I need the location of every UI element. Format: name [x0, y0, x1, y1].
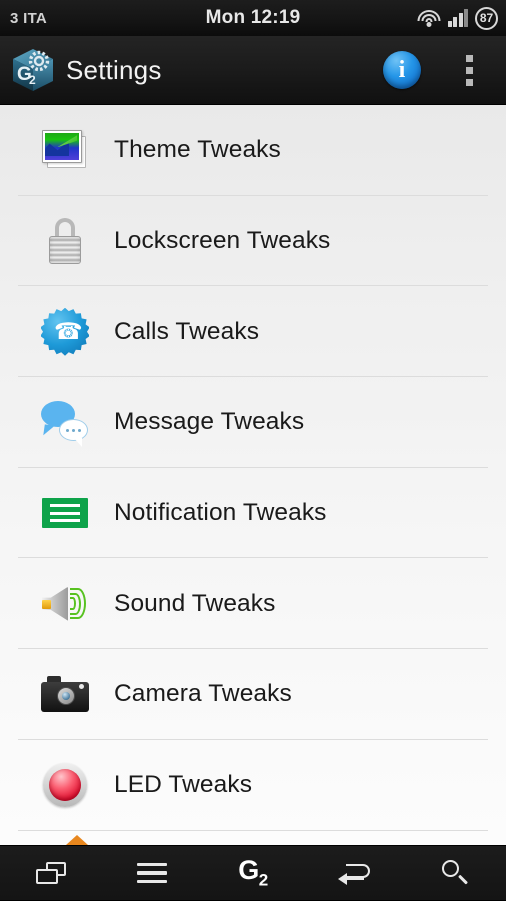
search-icon — [442, 860, 468, 886]
list-item-label: Message Tweaks — [114, 408, 304, 436]
led-light-icon — [38, 758, 92, 812]
list-item-led-tweaks[interactable]: LED Tweaks — [0, 740, 506, 831]
page-title: Settings — [66, 55, 162, 86]
back-arrow-icon — [338, 862, 370, 884]
phone-screen: 3 ITA Mon 12:19 87 — [0, 0, 506, 900]
camera-icon — [38, 667, 92, 721]
g2-home-icon: G2 — [238, 857, 267, 888]
list-item-label: LED Tweaks — [114, 771, 252, 799]
scroll-up-arrow-icon — [66, 835, 88, 845]
back-button[interactable] — [312, 846, 396, 901]
recents-button[interactable] — [9, 846, 93, 901]
list-item-label: Camera Tweaks — [114, 680, 292, 708]
list-item-label: Theme Tweaks — [114, 136, 281, 164]
list-item-calls-tweaks[interactable]: ☎ Calls Tweaks — [0, 286, 506, 377]
home-button[interactable]: G2 — [211, 846, 295, 901]
recents-icon — [36, 862, 66, 884]
search-button[interactable] — [413, 846, 497, 901]
menu-icon — [137, 863, 167, 883]
list-item-label: Calls Tweaks — [114, 318, 259, 346]
action-bar-buttons: i — [380, 45, 496, 95]
phone-badge-icon: ☎ — [38, 305, 92, 359]
signal-bars-icon — [448, 9, 469, 27]
list-item-label: Lockscreen Tweaks — [114, 227, 330, 255]
info-icon: i — [383, 51, 421, 89]
list-item-message-tweaks[interactable]: Message Tweaks — [0, 377, 506, 468]
list-item-lockscreen-tweaks[interactable]: Lockscreen Tweaks — [0, 196, 506, 287]
settings-list[interactable]: Theme Tweaks Lockscreen Tweaks ☎ Calls T… — [0, 105, 506, 845]
battery-icon: 87 — [475, 7, 498, 30]
padlock-icon — [38, 214, 92, 268]
picture-icon — [38, 123, 92, 177]
list-item-sound-tweaks[interactable]: Sound Tweaks — [0, 558, 506, 649]
list-item-label: Notification Tweaks — [114, 499, 327, 527]
menu-button[interactable] — [110, 846, 194, 901]
info-button[interactable]: i — [380, 48, 424, 92]
speaker-icon — [38, 577, 92, 631]
action-bar: G 2 Settings i — [0, 36, 506, 105]
g2-cube-logo-icon: G 2 — [10, 47, 56, 93]
notification-lines-icon — [38, 486, 92, 540]
wifi-icon — [417, 9, 441, 27]
list-item-label: Sound Tweaks — [114, 590, 275, 618]
home-letter: G — [238, 855, 259, 885]
home-subscript: 2 — [259, 871, 268, 890]
svg-text:2: 2 — [29, 73, 36, 87]
speech-bubbles-icon — [38, 395, 92, 449]
navigation-bar: G2 — [0, 845, 506, 900]
status-bar: 3 ITA Mon 12:19 87 — [0, 0, 506, 36]
list-item-camera-tweaks[interactable]: Camera Tweaks — [0, 649, 506, 740]
overflow-menu-icon[interactable] — [446, 45, 492, 95]
status-icons: 87 — [417, 7, 506, 30]
list-item-theme-tweaks[interactable]: Theme Tweaks — [0, 105, 506, 196]
list-item-notification-tweaks[interactable]: Notification Tweaks — [0, 468, 506, 559]
